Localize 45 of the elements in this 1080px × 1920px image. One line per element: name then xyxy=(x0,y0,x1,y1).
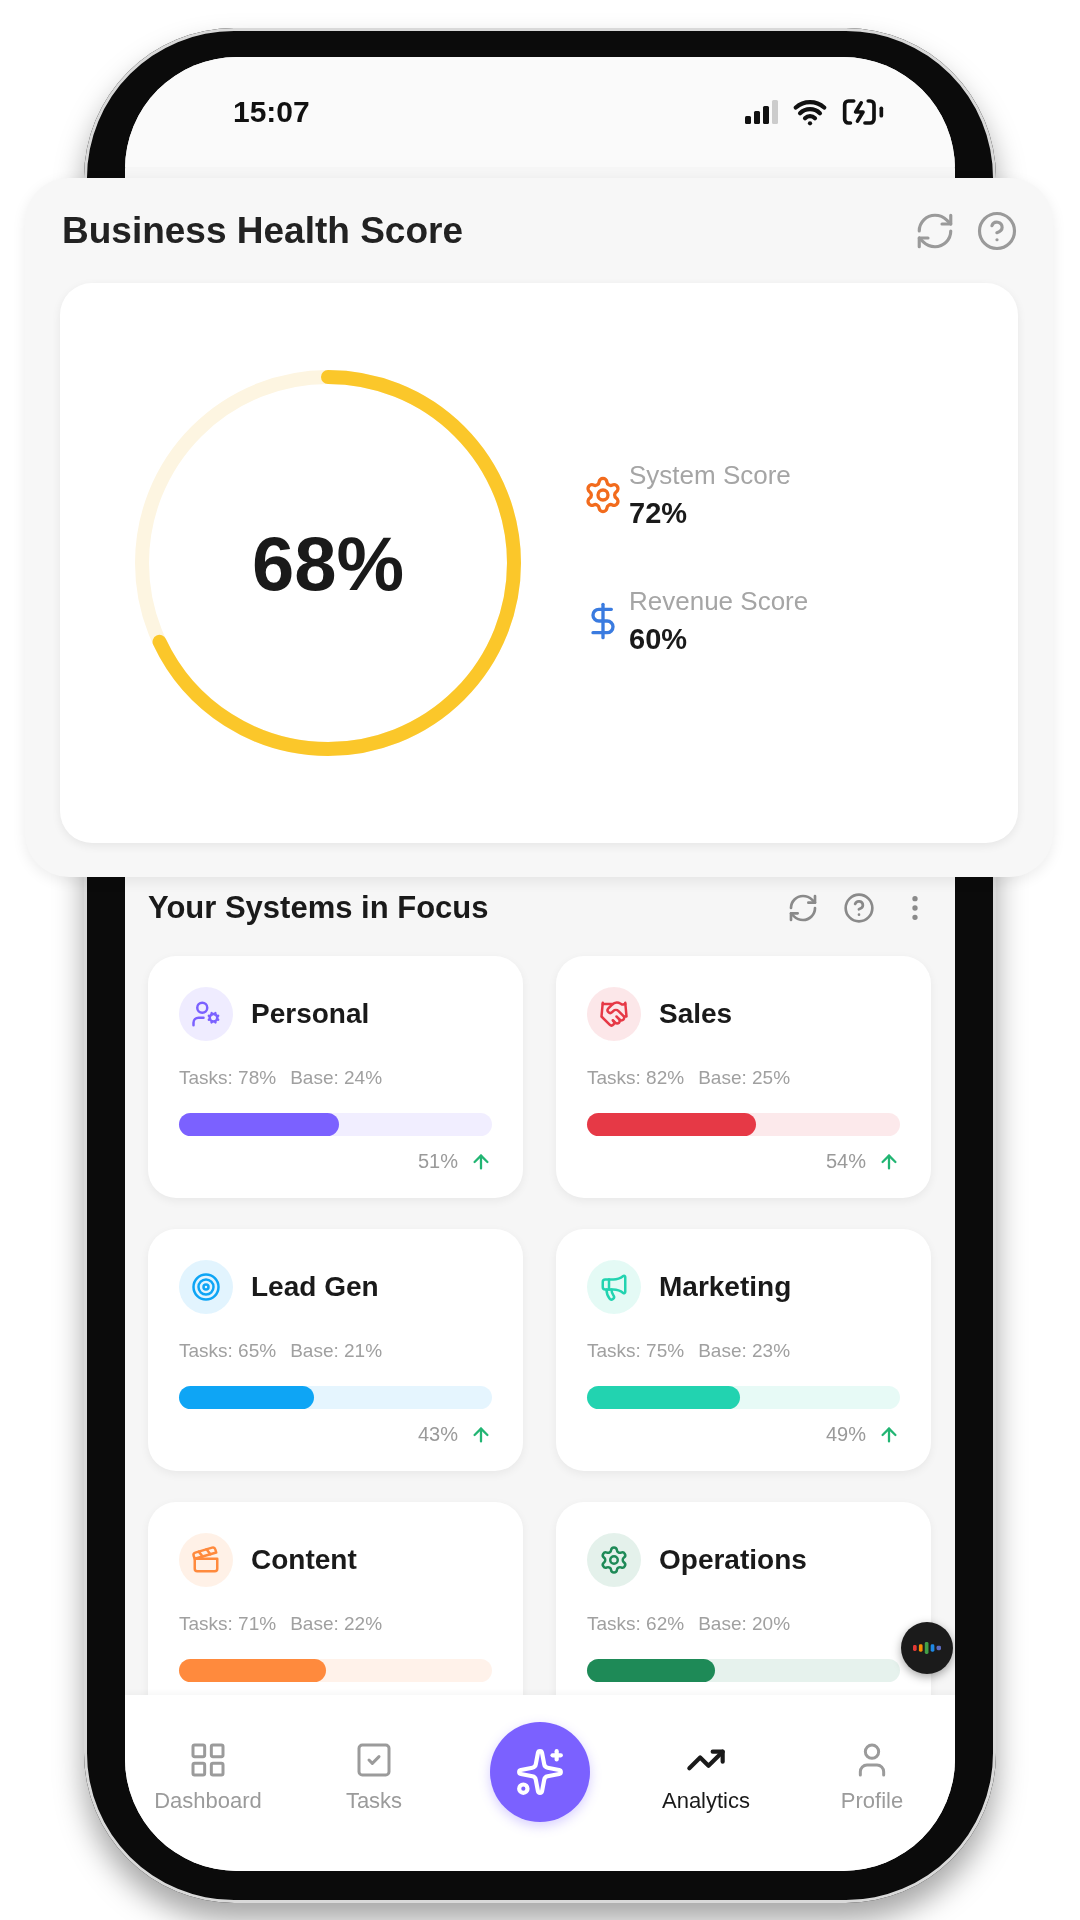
card-title: Marketing xyxy=(659,1271,792,1303)
base-stat: Base: 20% xyxy=(698,1613,791,1635)
tasks-stat: Tasks: 71% xyxy=(179,1613,277,1635)
voice-button[interactable] xyxy=(901,1622,953,1674)
card-title: Lead Gen xyxy=(251,1271,379,1303)
tasks-stat: Tasks: 65% xyxy=(179,1340,277,1362)
card-title: Personal xyxy=(251,998,370,1030)
sparkle-button[interactable] xyxy=(490,1722,590,1822)
system-card[interactable]: Content Tasks: 71% Base: 22% xyxy=(148,1502,523,1695)
panel-title: Business Health Score xyxy=(62,209,463,252)
nav-tab[interactable]: Analytics xyxy=(623,1740,789,1814)
tasks-stat: Tasks: 75% xyxy=(587,1340,685,1362)
metric-label: System Score xyxy=(629,460,791,491)
sparkle-icon xyxy=(515,1747,565,1797)
help-icon[interactable] xyxy=(976,209,1018,252)
base-stat: Base: 25% xyxy=(698,1067,791,1089)
system-card[interactable]: Sales Tasks: 82% Base: 25% 54% xyxy=(556,956,931,1198)
system-card[interactable]: Lead Gen Tasks: 65% Base: 21% 43% xyxy=(148,1229,523,1471)
base-stat: Base: 24% xyxy=(290,1067,383,1089)
metric-value: 60% xyxy=(629,623,689,656)
metric-value: 72% xyxy=(629,497,689,530)
help-icon[interactable] xyxy=(843,891,875,924)
section-title: Your Systems in Focus xyxy=(148,889,489,926)
system-card[interactable]: Personal Tasks: 78% Base: 24% 51% xyxy=(148,956,523,1198)
base-stat: Base: 23% xyxy=(698,1340,791,1362)
signal-icon xyxy=(745,100,779,124)
score-value: 68% xyxy=(251,519,405,607)
system-card[interactable]: Marketing Tasks: 75% Base: 23% 49% xyxy=(556,1229,931,1471)
progress-reading: 43% xyxy=(417,1423,458,1446)
voice-wave-icon xyxy=(913,1642,941,1654)
progress-reading: 51% xyxy=(417,1150,458,1173)
metric-label: Revenue Score xyxy=(629,586,809,617)
tasks-stat: Tasks: 78% xyxy=(179,1067,277,1089)
progress-reading: 54% xyxy=(825,1150,866,1173)
base-stat: Base: 22% xyxy=(290,1613,383,1635)
progress-reading: 49% xyxy=(825,1423,866,1446)
card-title: Operations xyxy=(659,1544,807,1576)
tasks-stat: Tasks: 62% xyxy=(587,1613,685,1635)
tasks-stat: Tasks: 82% xyxy=(587,1067,685,1089)
status-time: 15:07 xyxy=(233,95,310,129)
card-title: Sales xyxy=(659,998,733,1030)
gear-icon xyxy=(583,475,623,515)
card-title: Content xyxy=(251,1544,357,1576)
base-stat: Base: 21% xyxy=(290,1340,383,1362)
system-card[interactable]: Operations Tasks: 62% Base: 20% xyxy=(556,1502,931,1695)
